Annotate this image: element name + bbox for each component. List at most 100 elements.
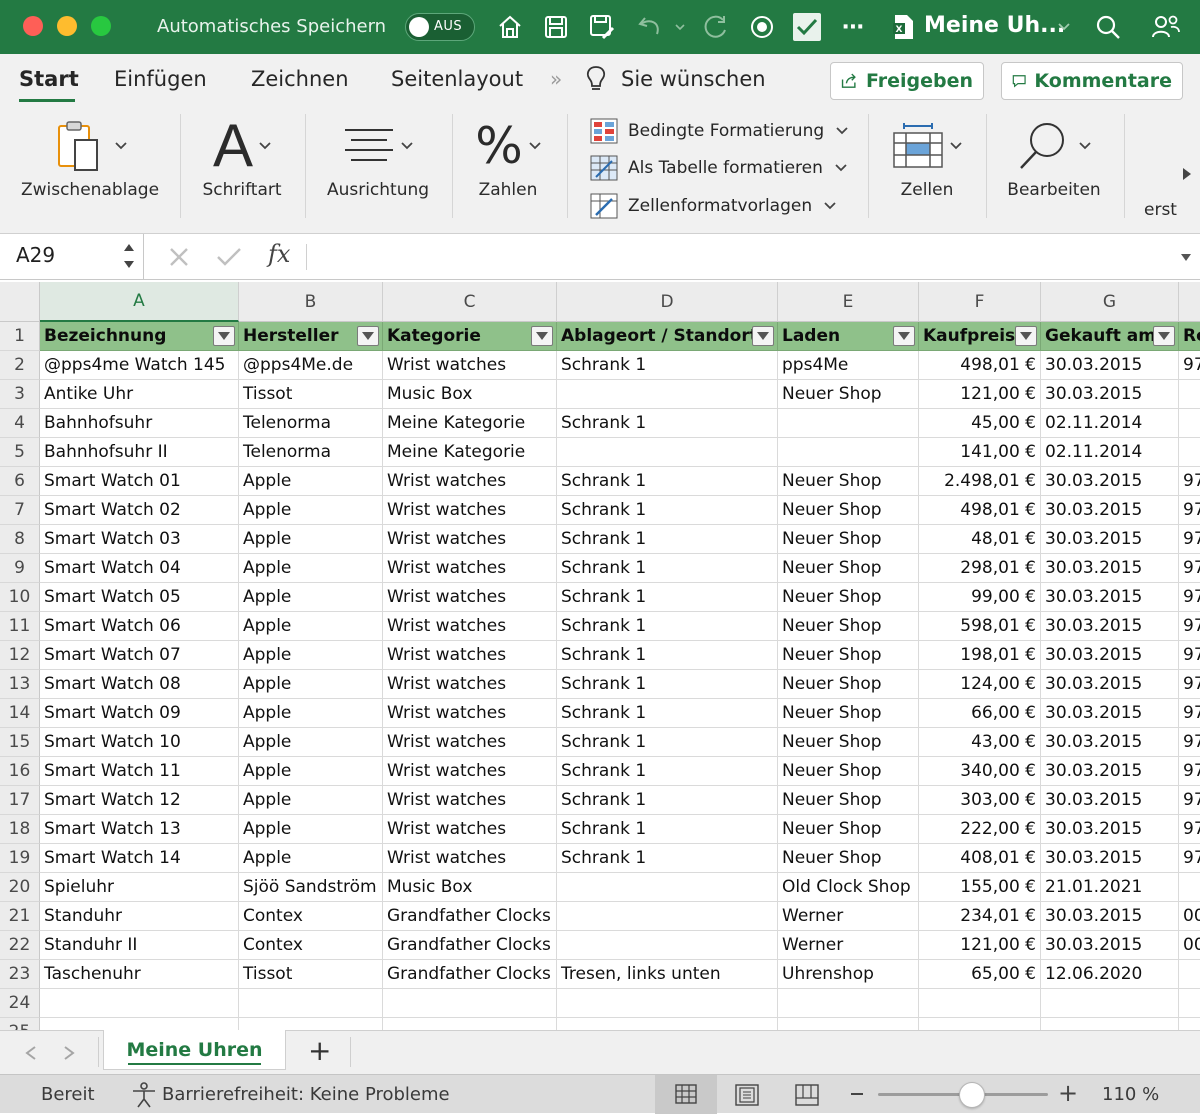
table-cell[interactable]: Smart Watch 04 (40, 554, 239, 583)
zoom-in-button[interactable]: + (1058, 1079, 1078, 1107)
autosave-toggle[interactable]: AUS (405, 13, 475, 41)
table-cell[interactable]: Old Clock Shop (778, 873, 919, 902)
table-cell[interactable]: 498,01 € (919, 496, 1041, 525)
table-cell[interactable]: 02.11.2014 (1041, 409, 1179, 438)
table-cell[interactable] (778, 409, 919, 438)
table-cell[interactable]: Neuer Shop (778, 380, 919, 409)
table-cell[interactable]: Spieluhr (40, 873, 239, 902)
table-cell[interactable]: 30.03.2015 (1041, 583, 1179, 612)
table-cell[interactable]: 30.03.2015 (1041, 786, 1179, 815)
table-cell[interactable]: 30.03.2015 (1041, 467, 1179, 496)
row-header[interactable]: 20 (0, 873, 40, 902)
table-cell[interactable]: Neuer Shop (778, 844, 919, 873)
table-cell[interactable]: 02.11.2014 (1041, 438, 1179, 467)
row-header[interactable]: 19 (0, 844, 40, 873)
empty-cell[interactable] (383, 1018, 557, 1030)
table-cell[interactable]: Neuer Shop (778, 670, 919, 699)
add-sheet-button[interactable]: + (308, 1034, 331, 1067)
empty-cell[interactable] (778, 1018, 919, 1030)
table-cell[interactable]: 00 (1179, 931, 1200, 960)
row-header[interactable]: 14 (0, 699, 40, 728)
worksheet-grid[interactable]: A B C D E F G 1 Bezeichnung Hersteller Kategorie Ab… (0, 282, 1200, 1030)
format-as-table-button[interactable]: Als Tabelle formatieren (590, 153, 857, 183)
table-cell[interactable]: 43,00 € (919, 728, 1041, 757)
column-header-b[interactable]: B (239, 282, 383, 322)
table-cell[interactable]: Schrank 1 (557, 525, 778, 554)
empty-cell[interactable] (40, 1018, 239, 1030)
table-cell[interactable]: Apple (239, 554, 383, 583)
more-tabs-chevron-icon[interactable]: » (550, 67, 562, 91)
ribbon-scroll-right-icon[interactable] (1182, 166, 1192, 185)
formula-expand-icon[interactable] (1180, 253, 1192, 262)
table-cell[interactable]: 30.03.2015 (1041, 612, 1179, 641)
table-cell[interactable]: 141,00 € (919, 438, 1041, 467)
sheet-tab-meine-uhren[interactable]: Meine Uhren (103, 1030, 286, 1070)
table-cell[interactable]: 48,01 € (919, 525, 1041, 554)
table-cell[interactable]: 30.03.2015 (1041, 641, 1179, 670)
fx-icon[interactable]: fx (268, 240, 290, 268)
table-cell[interactable]: Neuer Shop (778, 757, 919, 786)
table-cell[interactable]: Sjöö Sandström (239, 873, 383, 902)
save-icon[interactable] (540, 10, 572, 44)
table-cell[interactable]: 65,00 € (919, 960, 1041, 989)
accessibility-icon[interactable] (130, 1082, 158, 1108)
table-cell[interactable]: Smart Watch 11 (40, 757, 239, 786)
table-cell[interactable]: Schrank 1 (557, 728, 778, 757)
table-cell[interactable]: 97 (1179, 351, 1200, 380)
accessibility-status[interactable]: Barrierefreiheit: Keine Probleme (162, 1084, 450, 1105)
row-header[interactable]: 17 (0, 786, 40, 815)
table-cell[interactable]: 97 (1179, 815, 1200, 844)
table-cell[interactable]: Schrank 1 (557, 641, 778, 670)
table-cell[interactable] (557, 931, 778, 960)
conditional-formatting-button[interactable]: Bedingte Formatierung (590, 116, 858, 146)
table-cell[interactable]: Neuer Shop (778, 641, 919, 670)
editing-group[interactable]: Bearbeiten (996, 106, 1112, 234)
table-cell[interactable]: 97 (1179, 757, 1200, 786)
column-header-a[interactable]: A (40, 282, 239, 322)
table-cell[interactable]: 97 (1179, 699, 1200, 728)
empty-cell[interactable] (919, 1018, 1041, 1030)
undo-icon[interactable] (634, 10, 666, 44)
title-chevron-down-icon[interactable] (1054, 10, 1074, 44)
table-cell[interactable]: 97 (1179, 525, 1200, 554)
table-cell[interactable]: 30.03.2015 (1041, 670, 1179, 699)
table-cell[interactable]: Smart Watch 03 (40, 525, 239, 554)
filter-dropdown-icon[interactable] (893, 326, 915, 346)
cell-styles-button[interactable]: Zellenformatvorlagen (590, 191, 846, 221)
table-cell[interactable]: 198,01 € (919, 641, 1041, 670)
table-cell[interactable]: Wrist watches (383, 670, 557, 699)
lightbulb-icon[interactable] (585, 65, 607, 98)
tab-zeichnen[interactable]: Zeichnen (251, 67, 349, 91)
table-cell[interactable]: Neuer Shop (778, 786, 919, 815)
table-cell[interactable]: Music Box (383, 380, 557, 409)
table-cell[interactable]: 121,00 € (919, 931, 1041, 960)
table-cell[interactable] (1179, 438, 1200, 467)
table-cell[interactable]: Schrank 1 (557, 351, 778, 380)
table-cell[interactable]: Taschenuhr (40, 960, 239, 989)
row-header[interactable]: 8 (0, 525, 40, 554)
name-box-stepper-icon[interactable] (122, 240, 136, 272)
table-cell[interactable]: 30.03.2015 (1041, 815, 1179, 844)
table-cell[interactable]: Tissot (239, 380, 383, 409)
table-cell[interactable]: Smart Watch 10 (40, 728, 239, 757)
empty-cell[interactable] (557, 1018, 778, 1030)
table-cell[interactable] (1179, 409, 1200, 438)
filter-dropdown-icon[interactable] (531, 326, 553, 346)
table-cell[interactable]: Music Box (383, 873, 557, 902)
table-cell[interactable]: Grandfather Clocks (383, 960, 557, 989)
table-cell[interactable]: 30.03.2015 (1041, 351, 1179, 380)
zoom-slider-thumb[interactable] (958, 1082, 985, 1108)
table-cell[interactable]: 30.03.2015 (1041, 902, 1179, 931)
table-cell[interactable]: 97 (1179, 554, 1200, 583)
empty-cell[interactable] (1041, 989, 1179, 1018)
tab-start[interactable]: Start (19, 67, 79, 91)
table-header-cell[interactable]: Bezeichnung (40, 322, 239, 351)
table-cell[interactable]: Wrist watches (383, 699, 557, 728)
table-header-cell[interactable]: Gekauft am (1041, 322, 1179, 351)
table-header-cell[interactable]: Ablageort / Standort (557, 322, 778, 351)
table-cell[interactable]: Wrist watches (383, 786, 557, 815)
checkmark-icon[interactable] (790, 10, 824, 44)
table-cell[interactable]: Smart Watch 09 (40, 699, 239, 728)
filter-dropdown-icon[interactable] (213, 326, 235, 346)
table-cell[interactable]: 30.03.2015 (1041, 931, 1179, 960)
